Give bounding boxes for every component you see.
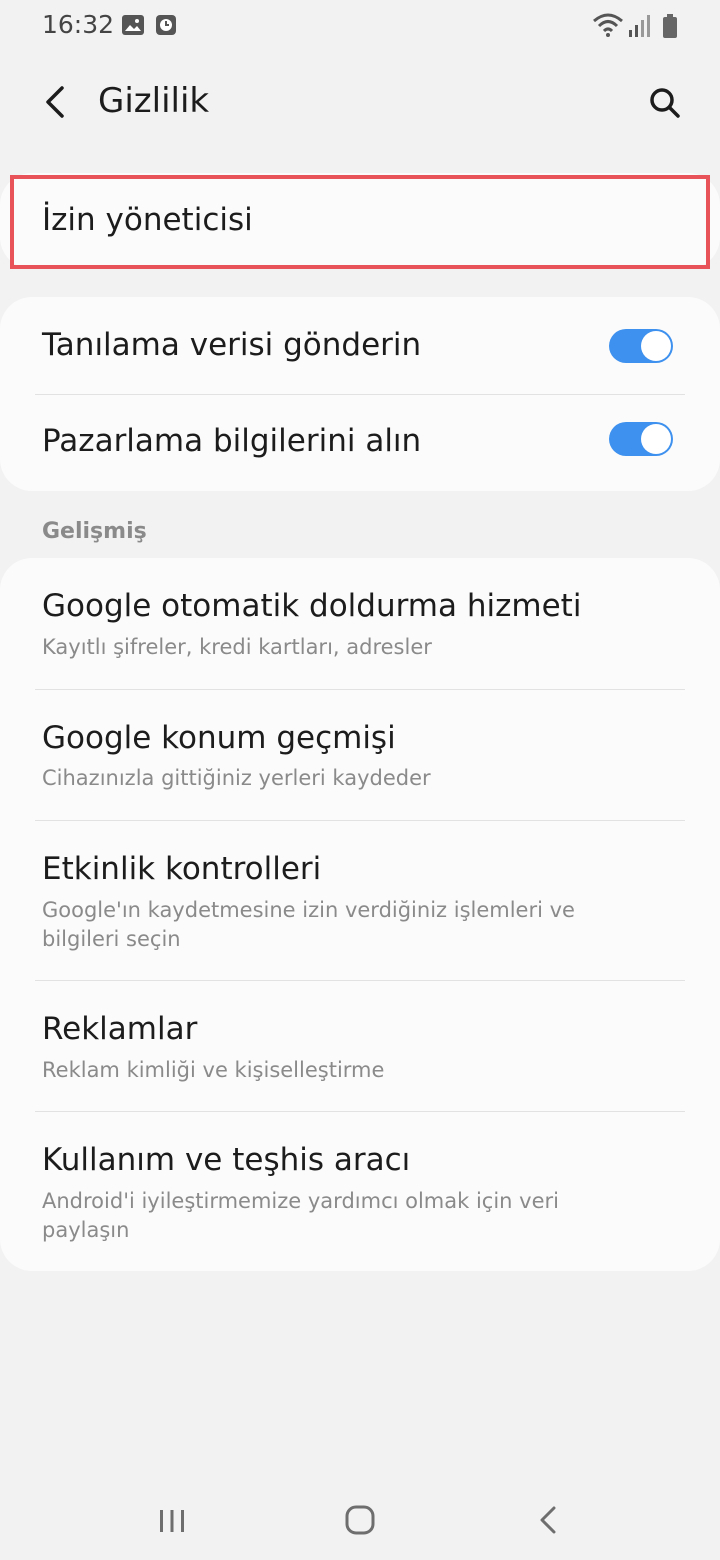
recents-icon[interactable] bbox=[148, 1496, 196, 1544]
battery-icon bbox=[662, 13, 678, 43]
item-subtitle: Google'ın kaydetmesine izin verdiğiniz i… bbox=[42, 898, 575, 951]
toggle-knob bbox=[641, 424, 671, 454]
marketing-info-label: Pazarlama bilgilerini alın bbox=[42, 423, 422, 459]
autofill-service-item[interactable]: Google otomatik doldurma hizmeti Kayıtlı… bbox=[0, 558, 720, 689]
item-subtitle: Kayıtlı şifreler, kredi kartları, adresl… bbox=[42, 635, 432, 659]
permission-manager-item[interactable]: İzin yöneticisi bbox=[0, 173, 720, 269]
toggle-settings-card: Tanılama verisi gönderin Pazarlama bilgi… bbox=[0, 297, 720, 491]
item-title: Etkinlik kontrolleri bbox=[42, 851, 322, 887]
back-icon[interactable] bbox=[524, 1496, 572, 1544]
diagnostic-data-label: Tanılama verisi gönderin bbox=[42, 327, 422, 363]
navigation-bar bbox=[0, 1478, 720, 1560]
permission-manager-card: İzin yöneticisi bbox=[0, 173, 720, 269]
toggle-knob bbox=[641, 331, 671, 361]
item-subtitle: Reklam kimliği ve kişiselleştirme bbox=[42, 1058, 385, 1082]
activity-controls-item[interactable]: Etkinlik kontrolleri Google'ın kaydetmes… bbox=[0, 820, 720, 980]
status-time: 16:32 bbox=[42, 10, 115, 39]
back-arrow-icon[interactable] bbox=[32, 78, 80, 126]
item-title: Kullanım ve teşhis aracı bbox=[42, 1142, 411, 1178]
usage-diagnostics-item[interactable]: Kullanım ve teşhis aracı Android'i iyile… bbox=[0, 1111, 720, 1271]
app-bar: Gizlilik bbox=[0, 60, 720, 146]
page-title: Gizlilik bbox=[98, 81, 210, 121]
clock-icon bbox=[155, 14, 177, 40]
search-icon[interactable] bbox=[640, 78, 688, 126]
diagnostic-data-toggle[interactable] bbox=[609, 329, 673, 363]
home-icon[interactable] bbox=[336, 1496, 384, 1544]
item-title: Reklamlar bbox=[42, 1011, 198, 1047]
diagnostic-data-row[interactable]: Tanılama verisi gönderin bbox=[0, 297, 720, 394]
item-title: Google konum geçmişi bbox=[42, 720, 396, 756]
signal-icon bbox=[628, 14, 650, 42]
marketing-info-toggle[interactable] bbox=[609, 422, 673, 456]
marketing-info-row[interactable]: Pazarlama bilgilerini alın bbox=[0, 394, 720, 491]
advanced-settings-card: Google otomatik doldurma hizmeti Kayıtlı… bbox=[0, 558, 720, 1271]
status-bar: 16:32 bbox=[0, 0, 720, 52]
section-label-advanced: Gelişmiş bbox=[42, 519, 147, 544]
item-subtitle: Android'i iyileştirmemize yardımcı olmak… bbox=[42, 1189, 559, 1242]
ads-item[interactable]: Reklamlar Reklam kimliği ve kişiselleşti… bbox=[0, 980, 720, 1111]
image-icon bbox=[121, 14, 145, 40]
permission-manager-label: İzin yöneticisi bbox=[42, 202, 253, 238]
location-history-item[interactable]: Google konum geçmişi Cihazınızla gittiği… bbox=[0, 689, 720, 820]
wifi-icon bbox=[592, 12, 624, 42]
item-subtitle: Cihazınızla gittiğiniz yerleri kaydeder bbox=[42, 766, 431, 790]
item-title: Google otomatik doldurma hizmeti bbox=[42, 588, 582, 624]
